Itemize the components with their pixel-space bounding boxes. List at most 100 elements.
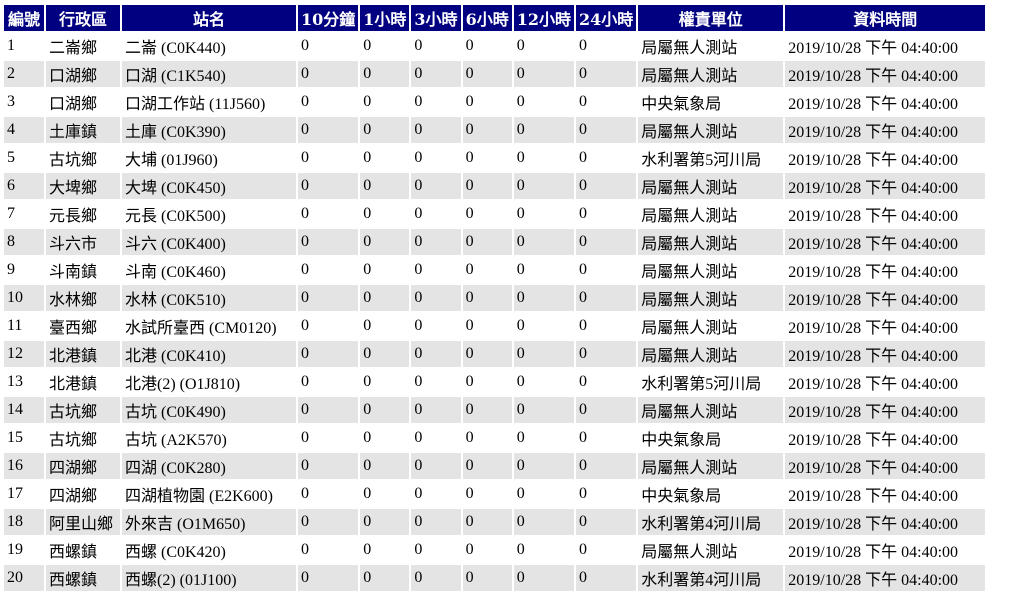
- cell-district: 二崙鄉: [46, 33, 120, 59]
- cell-agency: 局屬無人測站: [638, 537, 784, 563]
- cell-12hr: 0: [513, 565, 574, 591]
- cell-data-time: 2019/10/28 下午 04:40:00: [785, 313, 986, 339]
- cell-6hr: 0: [462, 453, 512, 479]
- header-agency: 權責單位: [638, 5, 784, 31]
- cell-24hr: 0: [575, 481, 637, 507]
- cell-12hr: 0: [513, 509, 574, 535]
- cell-24hr: 0: [575, 229, 637, 255]
- cell-1hr: 0: [360, 201, 410, 227]
- cell-id: 18: [4, 509, 44, 535]
- cell-10min: 0: [298, 509, 359, 535]
- cell-24hr: 0: [575, 117, 637, 143]
- cell-data-time: 2019/10/28 下午 04:40:00: [785, 145, 986, 171]
- header-district: 行政區: [46, 5, 120, 31]
- cell-6hr: 0: [462, 481, 512, 507]
- cell-6hr: 0: [462, 145, 512, 171]
- table-row: 9 斗南鎮 斗南 (C0K460) 0 0 0 0 0 0 局屬無人測站 2019/10/28 下午…: [4, 257, 986, 283]
- cell-10min: 0: [298, 285, 359, 311]
- table-row: 13 北港鎮 北港(2) (O1J810) 0 0 0 0 0 0 水利署第5河川局 2019/10…: [4, 369, 986, 395]
- cell-24hr: 0: [575, 201, 637, 227]
- cell-district: 四湖鄉: [46, 481, 120, 507]
- cell-data-time: 2019/10/28 下午 04:40:00: [785, 201, 986, 227]
- cell-1hr: 0: [360, 397, 410, 423]
- cell-data-time: 2019/10/28 下午 04:40:00: [785, 509, 986, 535]
- cell-agency: 局屬無人測站: [638, 397, 784, 423]
- cell-3hr: 0: [411, 481, 461, 507]
- cell-agency: 局屬無人測站: [638, 117, 784, 143]
- header-data-time: 資料時間: [785, 5, 986, 31]
- rainfall-table-container: 編號 行政區 站名 10分鐘 1小時 3小時 6小時 12小時 24小時 權責單位 資料時間 1 二崙…: [2, 3, 987, 593]
- table-row: 5 古坑鄉 大埔 (01J960) 0 0 0 0 0 0 水利署第5河川局 2019/10/28 …: [4, 145, 986, 171]
- cell-station: 西螺(2) (01J100): [122, 565, 296, 591]
- cell-data-time: 2019/10/28 下午 04:40:00: [785, 229, 986, 255]
- cell-data-time: 2019/10/28 下午 04:40:00: [785, 537, 986, 563]
- cell-1hr: 0: [360, 61, 410, 87]
- cell-24hr: 0: [575, 89, 637, 115]
- cell-6hr: 0: [462, 565, 512, 591]
- cell-district: 斗六市: [46, 229, 120, 255]
- table-row: 20 西螺鎮 西螺(2) (01J100) 0 0 0 0 0 0 水利署第4河川局 2019/10…: [4, 565, 986, 591]
- cell-district: 北港鎮: [46, 369, 120, 395]
- cell-6hr: 0: [462, 537, 512, 563]
- cell-agency: 局屬無人測站: [638, 33, 784, 59]
- cell-12hr: 0: [513, 145, 574, 171]
- table-row: 3 口湖鄉 口湖工作站 (11J560) 0 0 0 0 0 0 中央氣象局 2019/10/28 …: [4, 89, 986, 115]
- cell-3hr: 0: [411, 89, 461, 115]
- table-row: 17 四湖鄉 四湖植物園 (E2K600) 0 0 0 0 0 0 中央氣象局 2019/10/28…: [4, 481, 986, 507]
- cell-10min: 0: [298, 313, 359, 339]
- cell-6hr: 0: [462, 229, 512, 255]
- cell-24hr: 0: [575, 173, 637, 199]
- table-row: 12 北港鎮 北港 (C0K410) 0 0 0 0 0 0 局屬無人測站 2019/10/28 下…: [4, 341, 986, 367]
- cell-data-time: 2019/10/28 下午 04:40:00: [785, 61, 986, 87]
- cell-data-time: 2019/10/28 下午 04:40:00: [785, 33, 986, 59]
- cell-1hr: 0: [360, 453, 410, 479]
- cell-agency: 局屬無人測站: [638, 173, 784, 199]
- cell-data-time: 2019/10/28 下午 04:40:00: [785, 117, 986, 143]
- cell-station: 北港 (C0K410): [122, 341, 296, 367]
- cell-6hr: 0: [462, 369, 512, 395]
- cell-district: 斗南鎮: [46, 257, 120, 283]
- cell-3hr: 0: [411, 61, 461, 87]
- cell-data-time: 2019/10/28 下午 04:40:00: [785, 397, 986, 423]
- cell-12hr: 0: [513, 425, 574, 451]
- cell-24hr: 0: [575, 369, 637, 395]
- cell-24hr: 0: [575, 565, 637, 591]
- cell-station: 西螺 (C0K420): [122, 537, 296, 563]
- table-row: 14 古坑鄉 古坑 (C0K490) 0 0 0 0 0 0 局屬無人測站 2019/10/28 下…: [4, 397, 986, 423]
- table-row: 2 口湖鄉 口湖 (C1K540) 0 0 0 0 0 0 局屬無人測站 2019/10/28 下午…: [4, 61, 986, 87]
- cell-agency: 局屬無人測站: [638, 229, 784, 255]
- cell-station: 大埤 (C0K450): [122, 173, 296, 199]
- cell-agency: 局屬無人測站: [638, 257, 784, 283]
- cell-district: 大埤鄉: [46, 173, 120, 199]
- cell-agency: 局屬無人測站: [638, 201, 784, 227]
- cell-station: 元長 (C0K500): [122, 201, 296, 227]
- cell-6hr: 0: [462, 257, 512, 283]
- cell-district: 西螺鎮: [46, 537, 120, 563]
- cell-24hr: 0: [575, 33, 637, 59]
- header-station: 站名: [122, 5, 296, 31]
- cell-district: 口湖鄉: [46, 89, 120, 115]
- cell-id: 11: [4, 313, 44, 339]
- cell-10min: 0: [298, 341, 359, 367]
- cell-6hr: 0: [462, 285, 512, 311]
- cell-1hr: 0: [360, 509, 410, 535]
- table-body: 1 二崙鄉 二崙 (C0K440) 0 0 0 0 0 0 局屬無人測站 2019/10/28 下午…: [4, 33, 986, 591]
- header-6hr: 6小時: [462, 5, 512, 31]
- cell-6hr: 0: [462, 33, 512, 59]
- cell-10min: 0: [298, 397, 359, 423]
- cell-10min: 0: [298, 33, 359, 59]
- cell-12hr: 0: [513, 33, 574, 59]
- cell-6hr: 0: [462, 313, 512, 339]
- cell-3hr: 0: [411, 229, 461, 255]
- table-row: 16 四湖鄉 四湖 (C0K280) 0 0 0 0 0 0 局屬無人測站 2019/10/28 下…: [4, 453, 986, 479]
- cell-12hr: 0: [513, 285, 574, 311]
- cell-1hr: 0: [360, 565, 410, 591]
- cell-id: 6: [4, 173, 44, 199]
- cell-3hr: 0: [411, 33, 461, 59]
- cell-12hr: 0: [513, 173, 574, 199]
- cell-10min: 0: [298, 425, 359, 451]
- cell-6hr: 0: [462, 89, 512, 115]
- cell-station: 外來吉 (O1M650): [122, 509, 296, 535]
- cell-agency: 局屬無人測站: [638, 313, 784, 339]
- cell-1hr: 0: [360, 229, 410, 255]
